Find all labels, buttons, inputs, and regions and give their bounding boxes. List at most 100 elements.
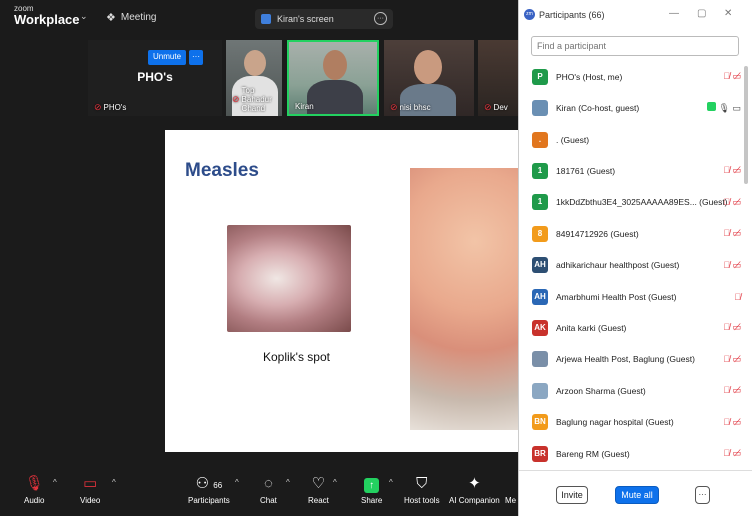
brand-big-text: Workplace [14,12,80,27]
chevron-down-icon[interactable]: ⌄ [80,11,88,22]
avatar: AK [532,319,548,336]
share-options-chevron-icon[interactable]: ^ [389,478,393,487]
video-off-icon: ▭̸ [732,196,741,207]
video-tile-self[interactable]: Unmute ··· PHO's ⊘ PHO's [88,40,222,116]
meeting-icon: ❖ [106,12,116,24]
tile-more-button[interactable]: ··· [189,50,203,65]
participant-name: Arzoon Sharma (Guest) [556,385,646,396]
close-icon[interactable]: ✕ [724,8,732,19]
mic-muted-icon: 🎙̸ [723,322,730,333]
viewing-screen-pill[interactable]: Kiran's screen ··· [255,9,393,29]
minimize-icon[interactable]: — [669,8,679,19]
panel-footer: Invite Mute all ··· [519,470,752,516]
react-options-chevron-icon[interactable]: ^ [333,478,337,487]
panel-header: zm Participants (66) — ▢ ✕ [519,0,752,30]
panel-more-button[interactable]: ··· [695,486,710,504]
participants-icon: ⚇ 66 [195,475,223,492]
participant-list-scrollbar[interactable] [744,66,748,184]
participant-name: Bareng RM (Guest) [556,448,630,459]
participant-search-input[interactable] [531,36,739,56]
video-tile[interactable]: ⊘ nisi bhsc [384,40,474,116]
mic-icon: 🎙 [718,103,730,114]
participant-row[interactable]: BR Bareng RM (Guest) 🎙̸ ▭̸ [519,438,745,469]
ai-companion-button[interactable]: ✦ AI Companion [449,474,500,505]
more-button[interactable]: Me [505,474,516,505]
share-screen-icon [707,102,717,112]
unmute-button[interactable]: Unmute [148,50,187,65]
participant-video [323,50,347,80]
shared-screen-slide[interactable]: Measles Koplik's spot [165,130,518,452]
participants-button[interactable]: ⚇ 66 Participants [188,474,230,505]
sparkle-icon: ✦ [468,475,481,492]
participant-row[interactable]: Arjewa Health Post, Baglung (Guest) 🎙̸ ▭̸ [519,344,745,376]
avatar: AH [532,257,548,274]
mic-muted-icon: 🎙̸ [723,165,730,176]
meeting-toolbar: 🎙 Audio ^ ▭ Video ^ ⚇ 66 Participants ^ … [0,468,518,516]
participant-row[interactable]: 8 84914712926 (Guest) 🎙̸ ▭̸ [519,218,745,250]
popout-icon[interactable]: ▢ [697,8,706,19]
video-icon: ▭ [732,103,741,114]
mic-muted-video-off-icon: 🎙̸ ▭̸ [723,322,741,333]
participant-row[interactable]: Arzoon Sharma (Guest) 🎙̸ ▭̸ [519,375,745,407]
self-tile-label: ⊘ PHO's [94,102,127,112]
slide-title: Measles [185,160,259,181]
participant-row[interactable]: Kiran (Co-host, guest) 🎙 ▭ [519,92,745,124]
mic-muted-icon: 🎙̸ [723,71,730,82]
tile-name: ⊘ nisi bhsc [390,102,431,112]
avatar [532,351,548,368]
audio-label: Audio [24,496,45,505]
video-label: Video [80,496,101,505]
participant-video [244,50,266,76]
avatar: BN [532,414,548,431]
meeting-info-button[interactable]: ❖ Meeting [106,11,156,24]
zoom-workplace-logo[interactable]: zoom Workplace [14,5,80,27]
participant-row[interactable]: . . (Guest) [519,124,745,156]
participant-row[interactable]: AH Amarbhumi Health Post (Guest) 🎙̸ [519,281,745,313]
chat-options-chevron-icon[interactable]: ^ [286,478,290,487]
share-button[interactable]: ↑ Share [361,474,382,505]
slide-caption: Koplik's spot [263,350,330,364]
video-strip: Unmute ··· PHO's ⊘ PHO's ⊘ Top Bahadur Cha… [0,40,518,120]
participant-name: Anita karki (Guest) [556,322,627,333]
participant-row[interactable]: AK Anita karki (Guest) 🎙̸ ▭̸ [519,312,745,344]
participant-name: Baglung nagar hospital (Guest) [556,417,674,428]
video-tile[interactable]: ⊘ Dev [478,40,518,116]
participants-count: 66 [213,481,223,490]
koplik-spot-image [227,225,351,332]
sharing-status-icon: 🎙 ▭ [707,102,741,114]
video-off-icon: ▭̸ [732,448,741,459]
panel-title: Participants (66) [539,10,605,20]
participant-row[interactable]: 1 1kkDdZbthu3E4_3025AAAAA89ES... (Guest) 🎙… [519,187,745,219]
mic-muted-icon: 🎙̸ [723,259,730,270]
shield-icon: ⛉ [416,475,428,492]
participant-name: adhikarichaur healthpost (Guest) [556,260,680,271]
mute-all-button[interactable]: Mute all [615,486,659,504]
react-button[interactable]: ♡ React [308,474,329,505]
participant-row[interactable]: 1 181761 (Guest) 🎙̸ ▭̸ [519,155,745,187]
host-tools-button[interactable]: ⛉ Host tools [404,474,440,505]
video-options-chevron-icon[interactable]: ^ [112,478,116,487]
chat-button[interactable]: ◌ Chat [260,474,277,505]
top-bar: zoom Workplace ⌄ ❖ Meeting Kiran's scree… [0,0,518,36]
audio-options-chevron-icon[interactable]: ^ [53,478,57,487]
avatar: 1 [532,194,548,211]
audio-button[interactable]: 🎙 Audio [24,474,44,505]
mic-muted-icon: 🎙̸ [734,291,741,302]
view-options-icon[interactable]: ··· [374,12,387,25]
screen-share-icon [261,14,271,24]
video-button[interactable]: ▭ Video [80,474,100,505]
participant-row[interactable]: BN Baglung nagar hospital (Guest) 🎙̸ ▭̸ [519,406,745,438]
video-tile[interactable]: ⊘ Top Bahadur Chand [226,40,282,116]
participants-options-chevron-icon[interactable]: ^ [235,478,239,487]
participant-video [307,80,363,114]
participant-list[interactable]: P PHO's (Host, me) 🎙̸ ▭̸ Kiran (Co-host, gu… [519,61,752,469]
invite-button[interactable]: Invite [556,486,588,504]
participant-row[interactable]: AH adhikarichaur healthpost (Guest) 🎙̸ ▭̸ [519,249,745,281]
mic-muted-video-off-icon: 🎙̸ ▭̸ [723,448,741,459]
participant-name: Amarbhumi Health Post (Guest) [556,291,677,302]
video-off-icon: ▭̸ [732,416,741,427]
participant-name: . (Guest) [556,134,590,145]
heart-icon: ♡ [311,475,326,492]
video-tile-active-speaker[interactable]: Kiran [287,40,379,116]
participant-row[interactable]: P PHO's (Host, me) 🎙̸ ▭̸ [519,61,745,93]
